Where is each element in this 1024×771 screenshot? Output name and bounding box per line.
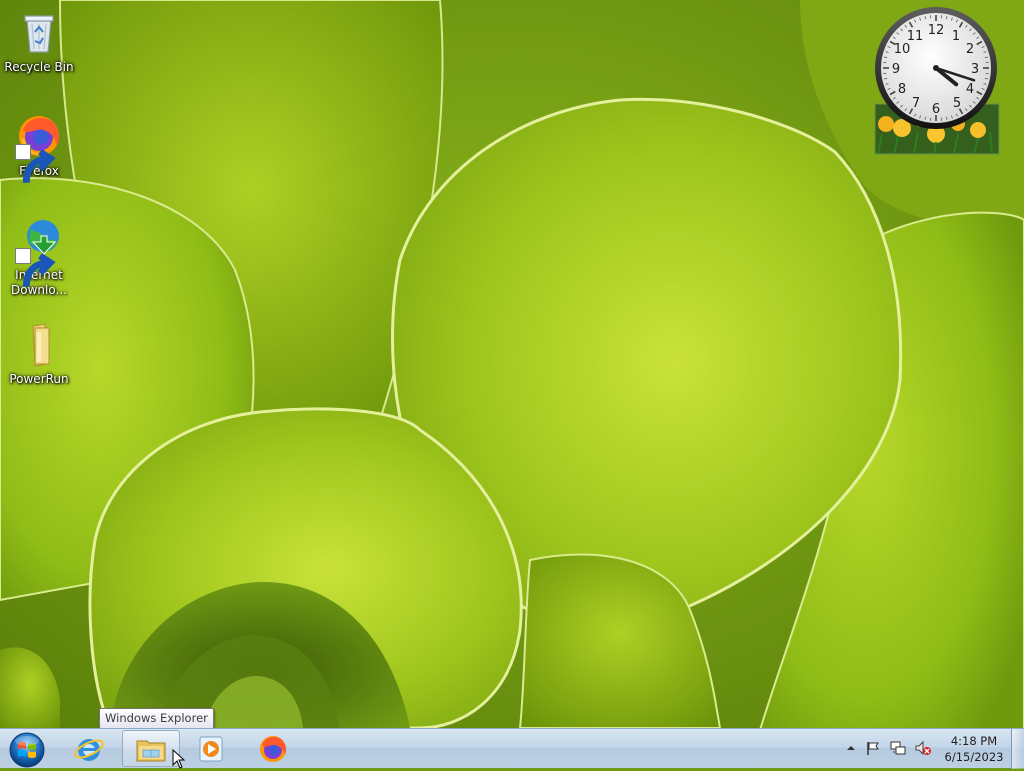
action-center-flag-icon[interactable] <box>865 740 881 756</box>
desktop-icon-label: Recycle Bin <box>1 60 77 75</box>
desktop-icon-recycle-bin[interactable]: Recycle Bin <box>1 8 77 75</box>
desktop-icon-powerrun[interactable]: PowerRun <box>1 320 77 387</box>
shortcut-arrow-icon <box>15 144 31 160</box>
svg-text:5: 5 <box>953 96 961 111</box>
volume-muted-icon[interactable] <box>915 740 931 756</box>
firefox-icon <box>15 112 63 160</box>
desktop-icon-internet-download-manager[interactable]: Internet Downlo... <box>1 216 77 298</box>
svg-text:2: 2 <box>966 42 974 57</box>
show-desktop-button[interactable] <box>1011 729 1024 769</box>
windows-orb-icon <box>4 730 50 768</box>
internet-download-manager-icon <box>15 216 63 264</box>
svg-text:6: 6 <box>932 102 940 117</box>
taskbar: 4:18 PM 6/15/2023 <box>0 728 1024 768</box>
svg-text:7: 7 <box>912 96 920 111</box>
shortcut-arrow-icon <box>15 248 31 264</box>
internet-explorer-icon <box>73 733 105 765</box>
folder-icon <box>15 320 63 368</box>
svg-text:3: 3 <box>971 62 979 77</box>
clock-gadget[interactable]: 1212 345 678 91011 <box>874 6 1000 156</box>
taskbar-tooltip: Windows Explorer <box>99 708 214 729</box>
svg-text:11: 11 <box>907 29 924 44</box>
mouse-cursor-icon <box>172 749 186 769</box>
start-button[interactable] <box>4 730 50 768</box>
firefox-icon <box>257 733 289 765</box>
network-icon[interactable] <box>890 740 906 756</box>
svg-text:12: 12 <box>928 23 945 38</box>
recycle-bin-icon <box>15 8 63 56</box>
svg-text:10: 10 <box>894 42 911 57</box>
svg-text:1: 1 <box>952 29 960 44</box>
tray-time: 4:18 PM <box>938 733 1010 749</box>
taskbar-internet-explorer[interactable] <box>60 730 118 767</box>
svg-text:9: 9 <box>892 62 900 77</box>
taskbar-clock[interactable]: 4:18 PM 6/15/2023 <box>938 733 1010 765</box>
desktop-icon-label: PowerRun <box>1 372 77 387</box>
svg-text:4: 4 <box>966 82 974 97</box>
taskbar-windows-media-player[interactable] <box>182 730 240 767</box>
svg-text:8: 8 <box>898 82 906 97</box>
tray-date: 6/15/2023 <box>938 749 1010 765</box>
desktop-icon-firefox[interactable]: Firefox <box>1 112 77 179</box>
windows-explorer-icon <box>135 733 167 765</box>
taskbar-firefox[interactable] <box>244 730 302 767</box>
desktop-wallpaper <box>0 0 1024 768</box>
show-hidden-icons-icon[interactable] <box>843 740 859 756</box>
media-player-icon <box>195 733 227 765</box>
